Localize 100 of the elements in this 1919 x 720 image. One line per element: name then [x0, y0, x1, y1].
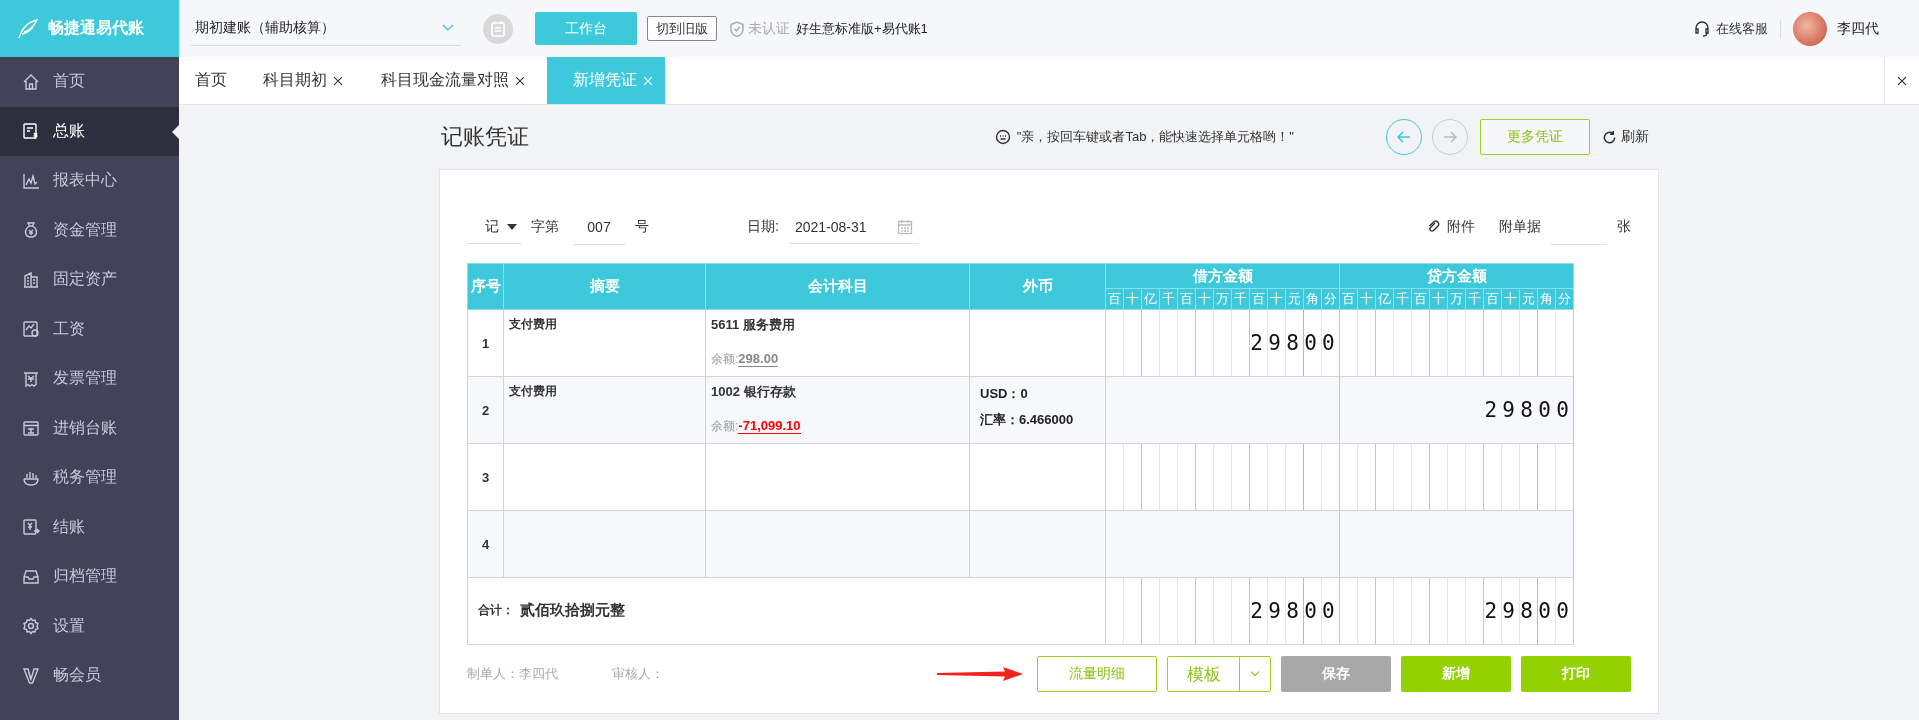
old-version-button[interactable]: 切到旧版 [647, 16, 717, 41]
feather-logo-icon [16, 17, 40, 40]
field-label: 字第 [531, 218, 559, 236]
settings-icon [22, 617, 40, 636]
row-number: 4 [481, 536, 490, 552]
digit-unit-header: 千 [1234, 291, 1247, 306]
field-label: 张 [1617, 218, 1631, 236]
sidebar-item[interactable]: 畅会员 [0, 651, 179, 701]
balance-amount: 298.00 [738, 351, 779, 367]
field-label: 号 [635, 218, 649, 236]
digit-unit-header: 角 [1306, 291, 1319, 306]
sidebar-item[interactable]: 结账 [0, 502, 179, 552]
total-in-words: 贰佰玖拾捌元整 [520, 600, 625, 620]
page-title: 记账凭证 [441, 123, 529, 151]
digit-unit-header: 十 [1270, 291, 1283, 306]
ledger-book-icon [22, 419, 40, 438]
field-label: 附单据 [1499, 218, 1541, 236]
amount-value: 29800 [1483, 398, 1575, 422]
sidebar-item[interactable]: 工资 [0, 304, 179, 354]
ledger-icon [22, 122, 40, 141]
digit-unit-header: 十 [1126, 291, 1139, 306]
row-number: 3 [481, 469, 490, 485]
page-tab[interactable]: 首页 [179, 57, 237, 104]
product-name: 好生意标准版+易代账1 [796, 19, 928, 38]
digit-unit-header: 百 [1342, 291, 1356, 306]
user-avatar[interactable] [1793, 11, 1827, 46]
sidebar-item[interactable]: 进销台账 [0, 403, 179, 453]
v-logo-icon [22, 666, 40, 685]
reviewer-label: 审核人： [612, 665, 664, 683]
balance-label: 余额: [711, 352, 739, 366]
online-support-link[interactable]: 在线客服 [1693, 19, 1781, 38]
account-book-select[interactable]: 期初建账（辅助核算） [191, 11, 461, 46]
shield-icon [729, 20, 745, 37]
date-field[interactable]: 2021-08-31 [788, 210, 919, 244]
digit-unit-header: 百 [1180, 291, 1193, 306]
digit-unit-header: 亿 [1144, 291, 1157, 306]
archive-tray-icon [22, 567, 40, 586]
headset-icon [1693, 19, 1711, 38]
digit-unit-header: 十 [1360, 291, 1374, 306]
field-label: 日期: [747, 218, 779, 236]
sidebar-item[interactable]: 固定资产 [0, 255, 179, 305]
column-header: 序号 [470, 277, 501, 294]
total-label: 合计： [478, 601, 514, 619]
certification-status: 未认证 [748, 19, 790, 38]
user-name[interactable]: 李四代 [1837, 19, 1879, 38]
sidebar-item[interactable]: 设置 [0, 601, 179, 651]
payroll-icon [22, 320, 40, 339]
tip-text: "亲，按回车键或者Tab，能快速选择单元格哟！" [1016, 128, 1294, 146]
amount-value: 29800 [1483, 599, 1575, 623]
paperclip-icon [1427, 220, 1441, 234]
sidebar-item[interactable]: 发票管理 [0, 354, 179, 404]
digit-unit-header: 百 [1486, 291, 1500, 306]
logo-text: 畅捷通易代账 [48, 18, 144, 38]
row-number: 1 [481, 335, 490, 351]
amount-value: 29800 [1249, 331, 1341, 355]
digit-unit-header: 千 [1162, 291, 1175, 306]
refresh-icon [1602, 129, 1617, 145]
sidebar-item[interactable]: 资金管理 [0, 205, 179, 255]
sidebar-item[interactable]: 总账 [0, 106, 179, 156]
column-header: 贷方金额 [1426, 266, 1487, 284]
money-bag-icon [22, 221, 40, 240]
home-icon [22, 72, 40, 91]
column-header: 借方金额 [1192, 266, 1253, 284]
row-number: 2 [481, 402, 490, 418]
digit-unit-header: 万 [1450, 291, 1464, 306]
maker-label: 制单人：李四代 [467, 665, 558, 683]
digit-unit-header: 千 [1468, 291, 1482, 306]
attachment-link[interactable]: 附件 [1427, 218, 1475, 236]
digit-unit-header: 十 [1198, 291, 1211, 306]
sidebar-item[interactable]: 税务管理 [0, 453, 179, 503]
balance-label: 余额: [711, 419, 739, 433]
account-cell[interactable]: 5611 服务费用 [711, 316, 964, 334]
line-chart-icon [22, 171, 40, 190]
digit-unit-header: 百 [1414, 291, 1428, 306]
digit-unit-header: 百 [1252, 291, 1265, 306]
voucher-type-select[interactable]: 记 [467, 210, 521, 244]
digit-unit-header: 十 [1432, 291, 1446, 306]
calendar-icon[interactable] [896, 218, 913, 235]
sidebar-item[interactable]: 归档管理 [0, 552, 179, 602]
refresh-button[interactable]: 刷新 [1602, 128, 1649, 146]
digit-unit-header: 元 [1522, 291, 1536, 306]
sidebar-item[interactable]: 首页 [0, 57, 179, 107]
page-tab[interactable]: 科目现金流量对照 [365, 57, 537, 104]
digit-unit-header: 分 [1558, 291, 1572, 306]
notepad-icon[interactable] [483, 13, 513, 44]
currency-info: 汇率：6.466000 [980, 411, 1075, 429]
digit-unit-header: 万 [1216, 291, 1229, 306]
building-icon [22, 270, 40, 289]
digit-unit-header: 十 [1504, 291, 1518, 306]
sidebar-item[interactable]: 报表中心 [0, 156, 179, 206]
column-header: 会计科目 [807, 277, 868, 294]
column-header: 外币 [1022, 277, 1053, 294]
amount-value: 29800 [1249, 599, 1341, 623]
digit-unit-header: 角 [1540, 291, 1554, 306]
currency-info: USD：0 [980, 385, 1029, 403]
account-cell[interactable]: 1002 银行存款 [711, 383, 964, 401]
column-header: 摘要 [589, 277, 620, 294]
page-tab[interactable]: 科目期初 [247, 57, 355, 104]
digit-unit-header: 亿 [1378, 291, 1392, 306]
digit-unit-header: 百 [1108, 291, 1121, 306]
